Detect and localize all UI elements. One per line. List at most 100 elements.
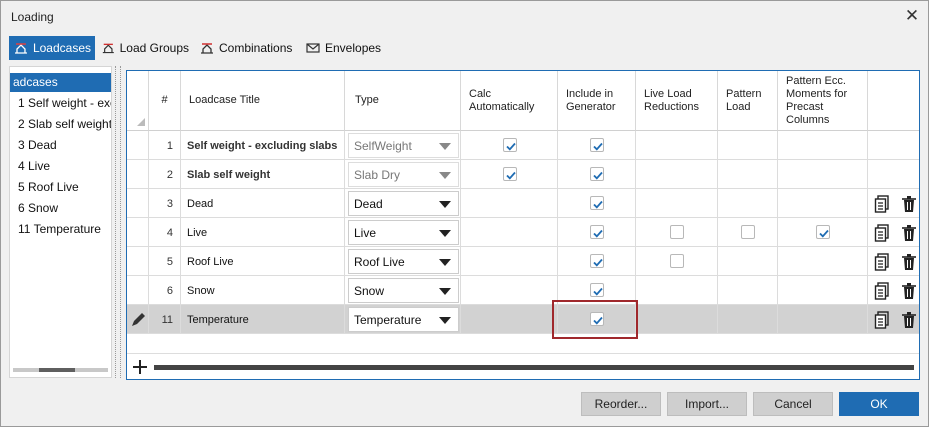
table-row[interactable]: 6 Snow Snow — [127, 276, 919, 305]
include-in-generator-checkbox[interactable] — [590, 196, 604, 210]
live-load-reductions-checkbox[interactable] — [670, 225, 684, 239]
live-load-reductions-cell — [636, 247, 718, 276]
type-dropdown[interactable]: Live — [348, 220, 459, 245]
table-row[interactable]: 1 Self weight - excluding slabs SelfWeight — [127, 131, 919, 160]
calc-automatically-cell — [461, 160, 558, 189]
copy-icon[interactable] — [874, 195, 890, 213]
include-in-generator-checkbox[interactable] — [590, 138, 604, 152]
type-dropdown[interactable]: Snow — [348, 278, 459, 303]
pattern-ecc-moments-cell — [778, 160, 868, 189]
tab-load-groups[interactable]: Load Groups — [97, 36, 193, 60]
tree-item[interactable]: 2 Slab self weight — [10, 115, 111, 134]
type-dropdown[interactable]: Roof Live — [348, 249, 459, 274]
header-include-label: Include in Generator — [566, 87, 616, 113]
title-bar: Loading ✕ — [1, 1, 928, 33]
pattern-ecc-moments-checkbox[interactable] — [816, 225, 830, 239]
tree-item[interactable]: 1 Self weight - exc — [10, 94, 111, 113]
tree-item[interactable]: 5 Roof Live — [10, 178, 111, 197]
close-icon[interactable]: ✕ — [903, 7, 921, 25]
tab-loadcases[interactable]: Loadcases — [9, 36, 95, 60]
loadcase-title[interactable]: Roof Live — [181, 247, 345, 276]
row-indicator — [127, 276, 149, 305]
actions-cell — [868, 189, 919, 218]
pattern-load-cell — [718, 305, 778, 334]
header-patecc: Pattern Ecc. Moments for Precast Columns — [778, 71, 868, 131]
cancel-button[interactable]: Cancel — [753, 392, 833, 416]
copy-icon[interactable] — [874, 224, 890, 242]
include-in-generator-cell — [558, 218, 636, 247]
loadcase-title[interactable]: Snow — [181, 276, 345, 305]
include-in-generator-cell — [558, 131, 636, 160]
header-live: Live Load Reductions — [636, 71, 718, 131]
row-indicator — [127, 247, 149, 276]
tab-label: Loadcases — [32, 41, 91, 55]
calc-automatically-cell — [461, 305, 558, 334]
tree-item[interactable]: 3 Dead — [10, 136, 111, 155]
type-dropdown[interactable]: Temperature — [348, 307, 459, 332]
pattern-load-cell — [718, 276, 778, 305]
table-row[interactable]: 4 Live Live — [127, 218, 919, 247]
scroll-thumb[interactable] — [39, 368, 75, 372]
live-load-reductions-cell — [636, 305, 718, 334]
table-row[interactable]: 3 Dead Dead — [127, 189, 919, 218]
include-in-generator-cell — [558, 160, 636, 189]
load-group-icon — [102, 43, 114, 54]
table-row[interactable]: 2 Slab self weight Slab Dry — [127, 160, 919, 189]
delete-icon[interactable] — [901, 282, 917, 300]
table-row[interactable]: 11 Temperature Temperature — [127, 305, 919, 334]
loadcase-title[interactable]: Dead — [181, 189, 345, 218]
ok-button[interactable]: OK — [839, 392, 919, 416]
delete-icon[interactable] — [901, 195, 917, 213]
table-row[interactable]: 5 Roof Live Roof Live — [127, 247, 919, 276]
include-in-generator-checkbox[interactable] — [590, 167, 604, 181]
corner-triangle-icon — [137, 118, 145, 126]
loadcase-icon — [14, 43, 27, 54]
type-cell: Snow — [345, 276, 461, 305]
splitter-handle[interactable] — [115, 66, 121, 378]
loadcase-title[interactable]: Temperature — [181, 305, 345, 334]
loading-dialog: Loading ✕ Loadcases Load Groups Combinat… — [0, 0, 929, 427]
tab-envelopes[interactable]: Envelopes — [301, 36, 387, 60]
row-indicator — [127, 305, 149, 334]
copy-icon[interactable] — [874, 311, 890, 329]
type-dropdown[interactable]: Dead — [348, 191, 459, 216]
type-cell: Temperature — [345, 305, 461, 334]
loadcase-title[interactable]: Slab self weight — [181, 160, 345, 189]
delete-icon[interactable] — [901, 224, 917, 242]
grid-horizontal-scrollbar[interactable] — [154, 365, 914, 370]
calc-automatically-checkbox[interactable] — [503, 138, 517, 152]
tree-item-loadcases[interactable]: adcases — [10, 73, 111, 92]
combination-icon — [201, 43, 213, 54]
pattern-ecc-moments-cell — [778, 276, 868, 305]
reorder-button[interactable]: Reorder... — [581, 392, 661, 416]
add-row-icon[interactable] — [131, 358, 149, 376]
include-in-generator-checkbox[interactable] — [590, 225, 604, 239]
row-indicator — [127, 218, 149, 247]
row-indicator — [127, 189, 149, 218]
copy-icon[interactable] — [874, 282, 890, 300]
delete-icon[interactable] — [901, 311, 917, 329]
actions-cell — [868, 131, 919, 160]
delete-icon[interactable] — [901, 253, 917, 271]
include-in-generator-checkbox[interactable] — [590, 283, 604, 297]
tree-item[interactable]: 11 Temperature — [10, 220, 111, 239]
loadcase-title[interactable]: Self weight - excluding slabs — [181, 131, 345, 160]
window-title: Loading — [11, 10, 54, 24]
tree-item[interactable]: 4 Live — [10, 157, 111, 176]
tab-combinations[interactable]: Combinations — [195, 36, 299, 60]
copy-icon[interactable] — [874, 253, 890, 271]
calc-automatically-checkbox[interactable] — [503, 167, 517, 181]
pattern-ecc-moments-cell — [778, 189, 868, 218]
loadcase-title[interactable]: Live — [181, 218, 345, 247]
pattern-load-checkbox[interactable] — [741, 225, 755, 239]
import-button[interactable]: Import... — [667, 392, 747, 416]
calc-automatically-cell — [461, 131, 558, 160]
tab-label: Envelopes — [325, 41, 382, 55]
pattern-ecc-moments-cell — [778, 218, 868, 247]
live-load-reductions-checkbox[interactable] — [670, 254, 684, 268]
include-in-generator-checkbox[interactable] — [590, 254, 604, 268]
tree-item[interactable]: 6 Snow — [10, 199, 111, 218]
sidebar-scrollbar[interactable] — [13, 368, 108, 372]
type-dropdown: Slab Dry — [348, 162, 459, 187]
pattern-load-cell — [718, 189, 778, 218]
